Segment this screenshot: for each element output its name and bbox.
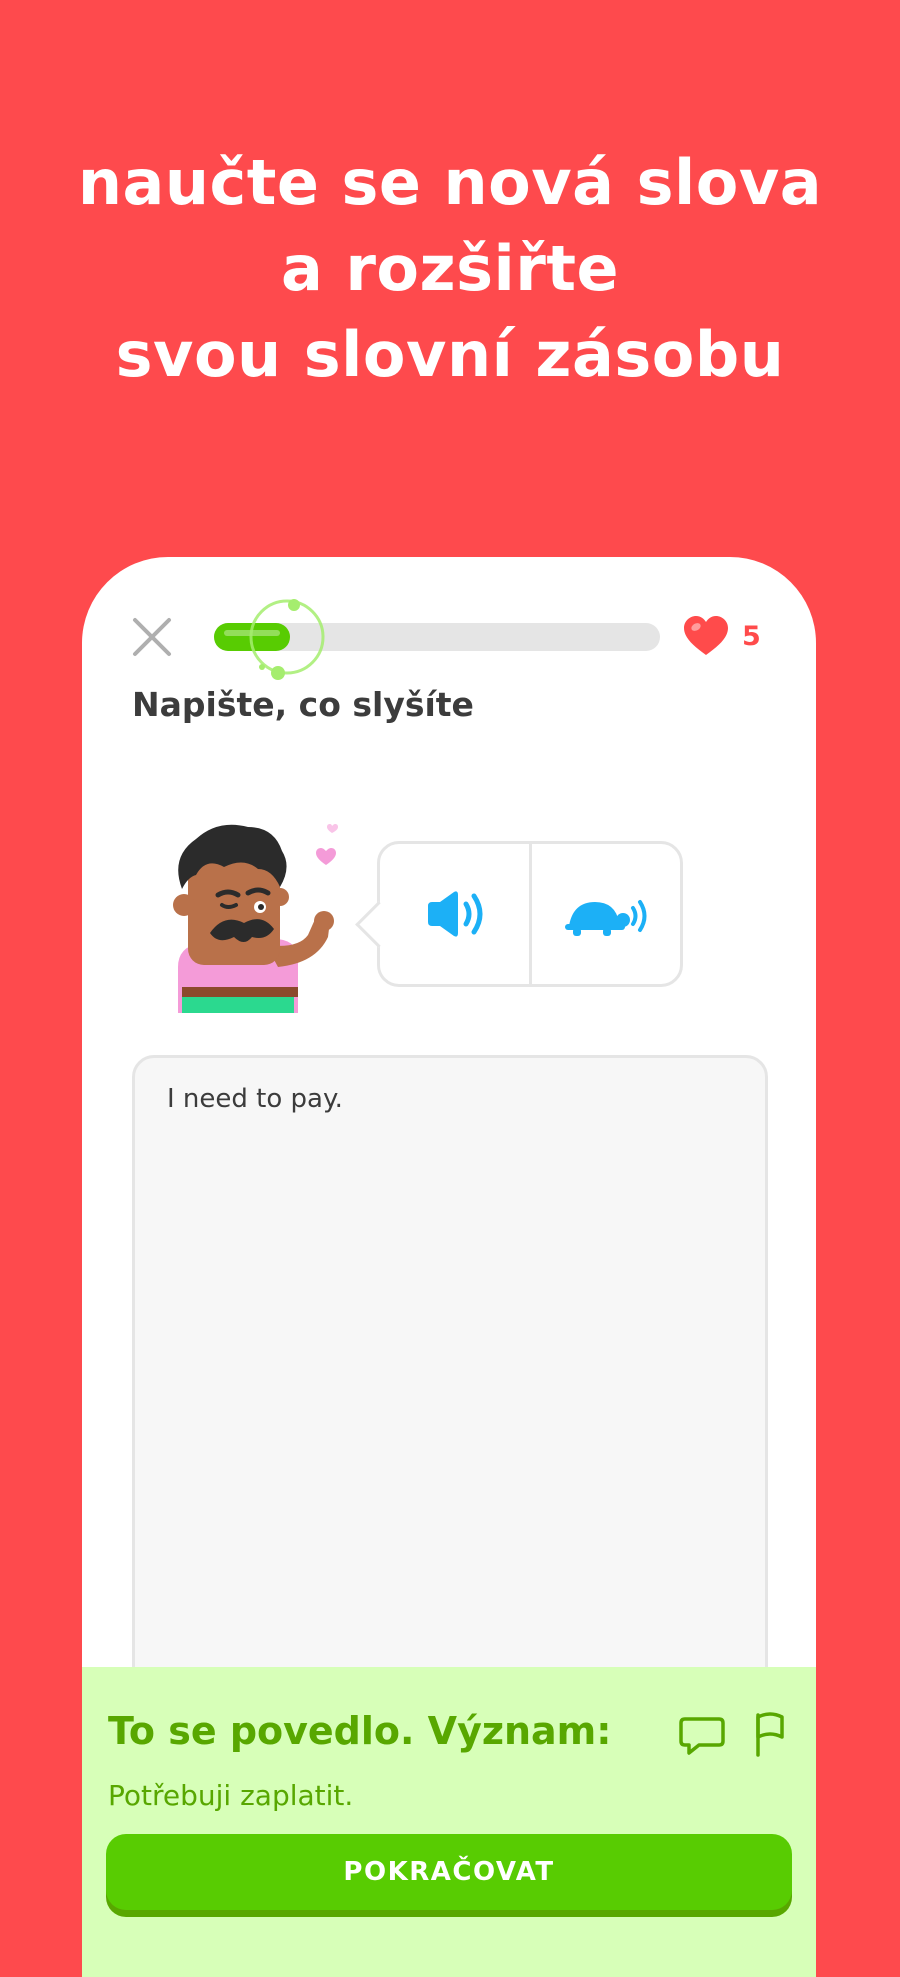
headline-line-3: svou slovní zásobu bbox=[115, 318, 785, 391]
play-audio-button[interactable] bbox=[380, 844, 529, 984]
hearts-counter: 5 bbox=[682, 615, 761, 657]
close-button[interactable] bbox=[130, 615, 174, 659]
audio-bubble bbox=[355, 841, 683, 987]
feedback-meaning: Potřebuji zaplatit. bbox=[108, 1779, 354, 1812]
flag-icon bbox=[756, 1712, 784, 1757]
comment-icon bbox=[679, 1717, 725, 1755]
lesson-progress-bar bbox=[214, 623, 660, 651]
hearts-count: 5 bbox=[742, 620, 761, 652]
report-button[interactable] bbox=[752, 1711, 788, 1761]
answer-text: I need to pay. bbox=[167, 1084, 343, 1114]
character-illustration bbox=[173, 824, 338, 1013]
progress-fill bbox=[214, 623, 290, 651]
discuss-button[interactable] bbox=[679, 1715, 725, 1761]
continue-button[interactable]: POKRAČOVAT bbox=[106, 1834, 792, 1910]
play-slow-audio-button[interactable] bbox=[532, 844, 681, 984]
turtle-speaker-icon bbox=[564, 900, 647, 936]
exercise-prompt: Napište, co slyšíte bbox=[132, 685, 474, 724]
close-icon bbox=[133, 618, 171, 656]
feedback-title: To se povedlo. Význam: bbox=[108, 1709, 612, 1753]
headline-line-1: naučte se nová slova bbox=[77, 146, 823, 219]
speaker-icon bbox=[428, 891, 483, 937]
headline-line-2: a rozšiřte bbox=[280, 232, 620, 305]
heart-icon bbox=[684, 616, 728, 655]
phone-screen: 5 Napište, co slyšíte I need to pay. To … bbox=[82, 557, 816, 1977]
promo-headline: naučte se nová slova a rozšiřte svou slo… bbox=[0, 140, 900, 398]
feedback-panel: To se povedlo. Význam: Potřebuji zaplati… bbox=[82, 1667, 816, 1977]
answer-textarea[interactable]: I need to pay. bbox=[132, 1055, 768, 1761]
